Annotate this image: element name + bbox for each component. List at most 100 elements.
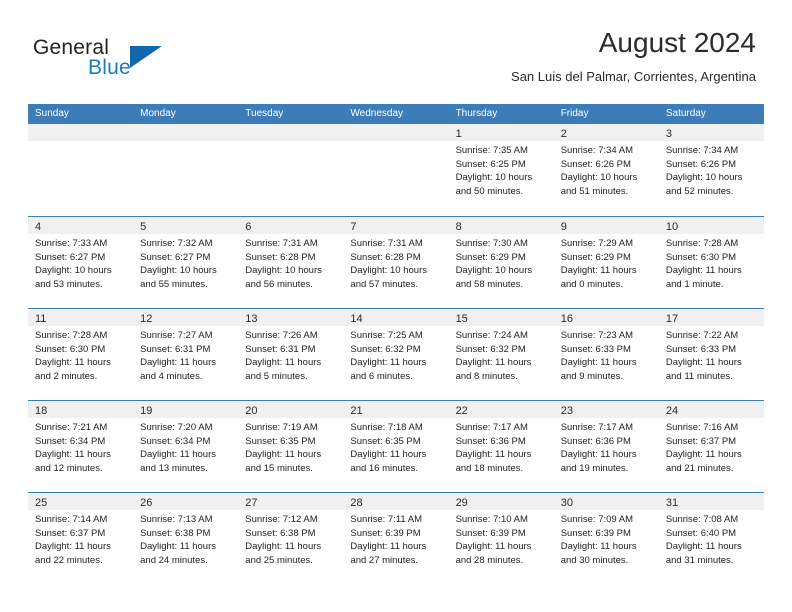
day-number-strip: 26 xyxy=(133,493,239,510)
calendar-page: General Blue August 2024 San Luis del Pa… xyxy=(0,0,792,612)
day-cell[interactable] xyxy=(238,124,344,216)
day-cell[interactable]: 4 Sunrise: 7:33 AM Sunset: 6:27 PM Dayli… xyxy=(28,217,134,308)
day-info: Sunrise: 7:32 AM Sunset: 6:27 PM Dayligh… xyxy=(133,234,238,291)
sunrise-text: Sunrise: 7:28 AM xyxy=(665,238,739,249)
day-cell[interactable]: 20 Sunrise: 7:19 AM Sunset: 6:35 PM Dayl… xyxy=(238,401,344,492)
day-cell[interactable]: 2 Sunrise: 7:34 AM Sunset: 6:26 PM Dayli… xyxy=(553,124,659,216)
day-cell[interactable]: 29 Sunrise: 7:10 AM Sunset: 6:39 PM Dayl… xyxy=(448,493,554,584)
day-cell[interactable]: 24 Sunrise: 7:16 AM Sunset: 6:37 PM Dayl… xyxy=(658,401,764,492)
daylight-text-line2: and 55 minutes. xyxy=(140,278,208,290)
day-cell[interactable]: 14 Sunrise: 7:25 AM Sunset: 6:32 PM Dayl… xyxy=(343,309,449,400)
daylight-text-line1: Daylight: 11 hours xyxy=(140,449,217,460)
day-number: 13 xyxy=(245,313,258,325)
day-info: Sunrise: 7:12 AM Sunset: 6:38 PM Dayligh… xyxy=(238,510,343,567)
day-number: 8 xyxy=(455,221,462,233)
day-cell[interactable]: 23 Sunrise: 7:17 AM Sunset: 6:36 PM Dayl… xyxy=(553,401,659,492)
day-number: 28 xyxy=(350,497,363,509)
day-number xyxy=(133,128,140,140)
sunset-text: Sunset: 6:31 PM xyxy=(245,343,316,355)
day-info: Sunrise: 7:34 AM Sunset: 6:26 PM Dayligh… xyxy=(554,141,659,198)
daylight-text-line1: Daylight: 11 hours xyxy=(665,357,742,368)
daylight-text-line2: and 19 minutes. xyxy=(560,462,629,474)
day-cell[interactable]: 3 Sunrise: 7:34 AM Sunset: 6:26 PM Dayli… xyxy=(658,124,764,216)
daylight-text-line1: Daylight: 10 hours xyxy=(140,265,217,276)
sunset-text: Sunset: 6:39 PM xyxy=(560,527,631,539)
sunrise-text: Sunrise: 7:26 AM xyxy=(245,330,318,341)
daylight-text-line1: Daylight: 10 hours xyxy=(455,172,533,183)
day-cell[interactable]: 8 Sunrise: 7:30 AM Sunset: 6:29 PM Dayli… xyxy=(448,217,554,308)
day-cell[interactable]: 5 Sunrise: 7:32 AM Sunset: 6:27 PM Dayli… xyxy=(133,217,239,308)
day-number: 1 xyxy=(455,128,462,140)
sunrise-text: Sunrise: 7:35 AM xyxy=(455,145,528,156)
day-cell[interactable]: 18 Sunrise: 7:21 AM Sunset: 6:34 PM Dayl… xyxy=(28,401,134,492)
day-cell[interactable]: 28 Sunrise: 7:11 AM Sunset: 6:39 PM Dayl… xyxy=(343,493,449,584)
day-cell[interactable]: 31 Sunrise: 7:08 AM Sunset: 6:40 PM Dayl… xyxy=(658,493,764,584)
day-number-strip: 17 xyxy=(658,309,764,326)
page-header: General Blue August 2024 San Luis del Pa… xyxy=(0,0,792,100)
sunrise-text: Sunrise: 7:08 AM xyxy=(665,514,739,525)
general-blue-logo[interactable]: General Blue xyxy=(33,36,213,86)
day-cell[interactable] xyxy=(133,124,239,216)
daylight-text-line1: Daylight: 11 hours xyxy=(245,357,322,368)
sunrise-text: Sunrise: 7:25 AM xyxy=(350,330,423,341)
day-info: Sunrise: 7:31 AM Sunset: 6:28 PM Dayligh… xyxy=(238,234,343,291)
day-info: Sunrise: 7:29 AM Sunset: 6:29 PM Dayligh… xyxy=(554,234,659,291)
day-cell[interactable]: 21 Sunrise: 7:18 AM Sunset: 6:35 PM Dayl… xyxy=(343,401,449,492)
day-cell[interactable] xyxy=(343,124,449,216)
daylight-text-line1: Daylight: 11 hours xyxy=(455,541,532,552)
day-number-strip xyxy=(133,124,239,141)
day-cell[interactable]: 16 Sunrise: 7:23 AM Sunset: 6:33 PM Dayl… xyxy=(553,309,659,400)
day-info: Sunrise: 7:11 AM Sunset: 6:39 PM Dayligh… xyxy=(343,510,448,567)
day-info: Sunrise: 7:28 AM Sunset: 6:30 PM Dayligh… xyxy=(659,234,764,291)
day-number: 5 xyxy=(140,221,147,233)
day-cell[interactable]: 15 Sunrise: 7:24 AM Sunset: 6:32 PM Dayl… xyxy=(448,309,554,400)
day-cell[interactable] xyxy=(28,124,134,216)
sunrise-text: Sunrise: 7:14 AM xyxy=(35,514,108,525)
day-cell[interactable]: 9 Sunrise: 7:29 AM Sunset: 6:29 PM Dayli… xyxy=(553,217,659,308)
daylight-text-line1: Daylight: 11 hours xyxy=(665,265,742,276)
day-cell[interactable]: 12 Sunrise: 7:27 AM Sunset: 6:31 PM Dayl… xyxy=(133,309,239,400)
day-number-strip: 6 xyxy=(238,217,344,234)
sunrise-text: Sunrise: 7:16 AM xyxy=(665,422,739,433)
day-number-strip: 5 xyxy=(133,217,239,234)
day-info: Sunrise: 7:33 AM Sunset: 6:27 PM Dayligh… xyxy=(28,234,133,291)
day-cell[interactable]: 26 Sunrise: 7:13 AM Sunset: 6:38 PM Dayl… xyxy=(133,493,239,584)
day-number: 14 xyxy=(350,313,363,325)
day-cell[interactable]: 25 Sunrise: 7:14 AM Sunset: 6:37 PM Dayl… xyxy=(28,493,134,584)
day-number-strip: 10 xyxy=(658,217,764,234)
day-number: 21 xyxy=(350,405,363,417)
daylight-text-line1: Daylight: 11 hours xyxy=(560,357,637,368)
daylight-text-line2: and 18 minutes. xyxy=(455,462,524,474)
day-cell[interactable]: 7 Sunrise: 7:31 AM Sunset: 6:28 PM Dayli… xyxy=(343,217,449,308)
day-number-strip: 1 xyxy=(448,124,554,141)
sunrise-text: Sunrise: 7:32 AM xyxy=(140,238,213,249)
daylight-text-line1: Daylight: 11 hours xyxy=(35,357,111,368)
day-cell[interactable]: 19 Sunrise: 7:20 AM Sunset: 6:34 PM Dayl… xyxy=(133,401,239,492)
day-cell[interactable]: 27 Sunrise: 7:12 AM Sunset: 6:38 PM Dayl… xyxy=(238,493,344,584)
sunrise-text: Sunrise: 7:27 AM xyxy=(140,330,213,341)
sunset-text: Sunset: 6:35 PM xyxy=(350,435,421,447)
sunrise-text: Sunrise: 7:28 AM xyxy=(35,330,108,341)
day-cell[interactable]: 10 Sunrise: 7:28 AM Sunset: 6:30 PM Dayl… xyxy=(658,217,764,308)
daylight-text-line2: and 0 minutes. xyxy=(560,278,624,290)
day-cell[interactable]: 6 Sunrise: 7:31 AM Sunset: 6:28 PM Dayli… xyxy=(238,217,344,308)
weekday-header-thursday: Thursday xyxy=(455,108,498,119)
daylight-text-line2: and 52 minutes. xyxy=(665,185,734,197)
daylight-text-line2: and 8 minutes. xyxy=(455,370,518,382)
day-number: 6 xyxy=(245,221,252,233)
daylight-text-line2: and 4 minutes. xyxy=(140,370,203,382)
sunrise-text: Sunrise: 7:19 AM xyxy=(245,422,318,433)
weekday-header-tuesday: Tuesday xyxy=(245,108,284,119)
day-cell[interactable]: 22 Sunrise: 7:17 AM Sunset: 6:36 PM Dayl… xyxy=(448,401,554,492)
day-number-strip: 21 xyxy=(343,401,449,418)
day-cell[interactable]: 13 Sunrise: 7:26 AM Sunset: 6:31 PM Dayl… xyxy=(238,309,344,400)
day-cell[interactable]: 11 Sunrise: 7:28 AM Sunset: 6:30 PM Dayl… xyxy=(28,309,134,400)
sunrise-text: Sunrise: 7:30 AM xyxy=(455,238,528,249)
day-number: 24 xyxy=(665,405,679,417)
daylight-text-line2: and 25 minutes. xyxy=(245,554,313,566)
day-cell[interactable]: 17 Sunrise: 7:22 AM Sunset: 6:33 PM Dayl… xyxy=(658,309,764,400)
sunset-text: Sunset: 6:31 PM xyxy=(140,343,211,355)
day-number-strip: 25 xyxy=(28,493,134,510)
day-cell[interactable]: 30 Sunrise: 7:09 AM Sunset: 6:39 PM Dayl… xyxy=(553,493,659,584)
day-cell[interactable]: 1 Sunrise: 7:35 AM Sunset: 6:25 PM Dayli… xyxy=(448,124,554,216)
